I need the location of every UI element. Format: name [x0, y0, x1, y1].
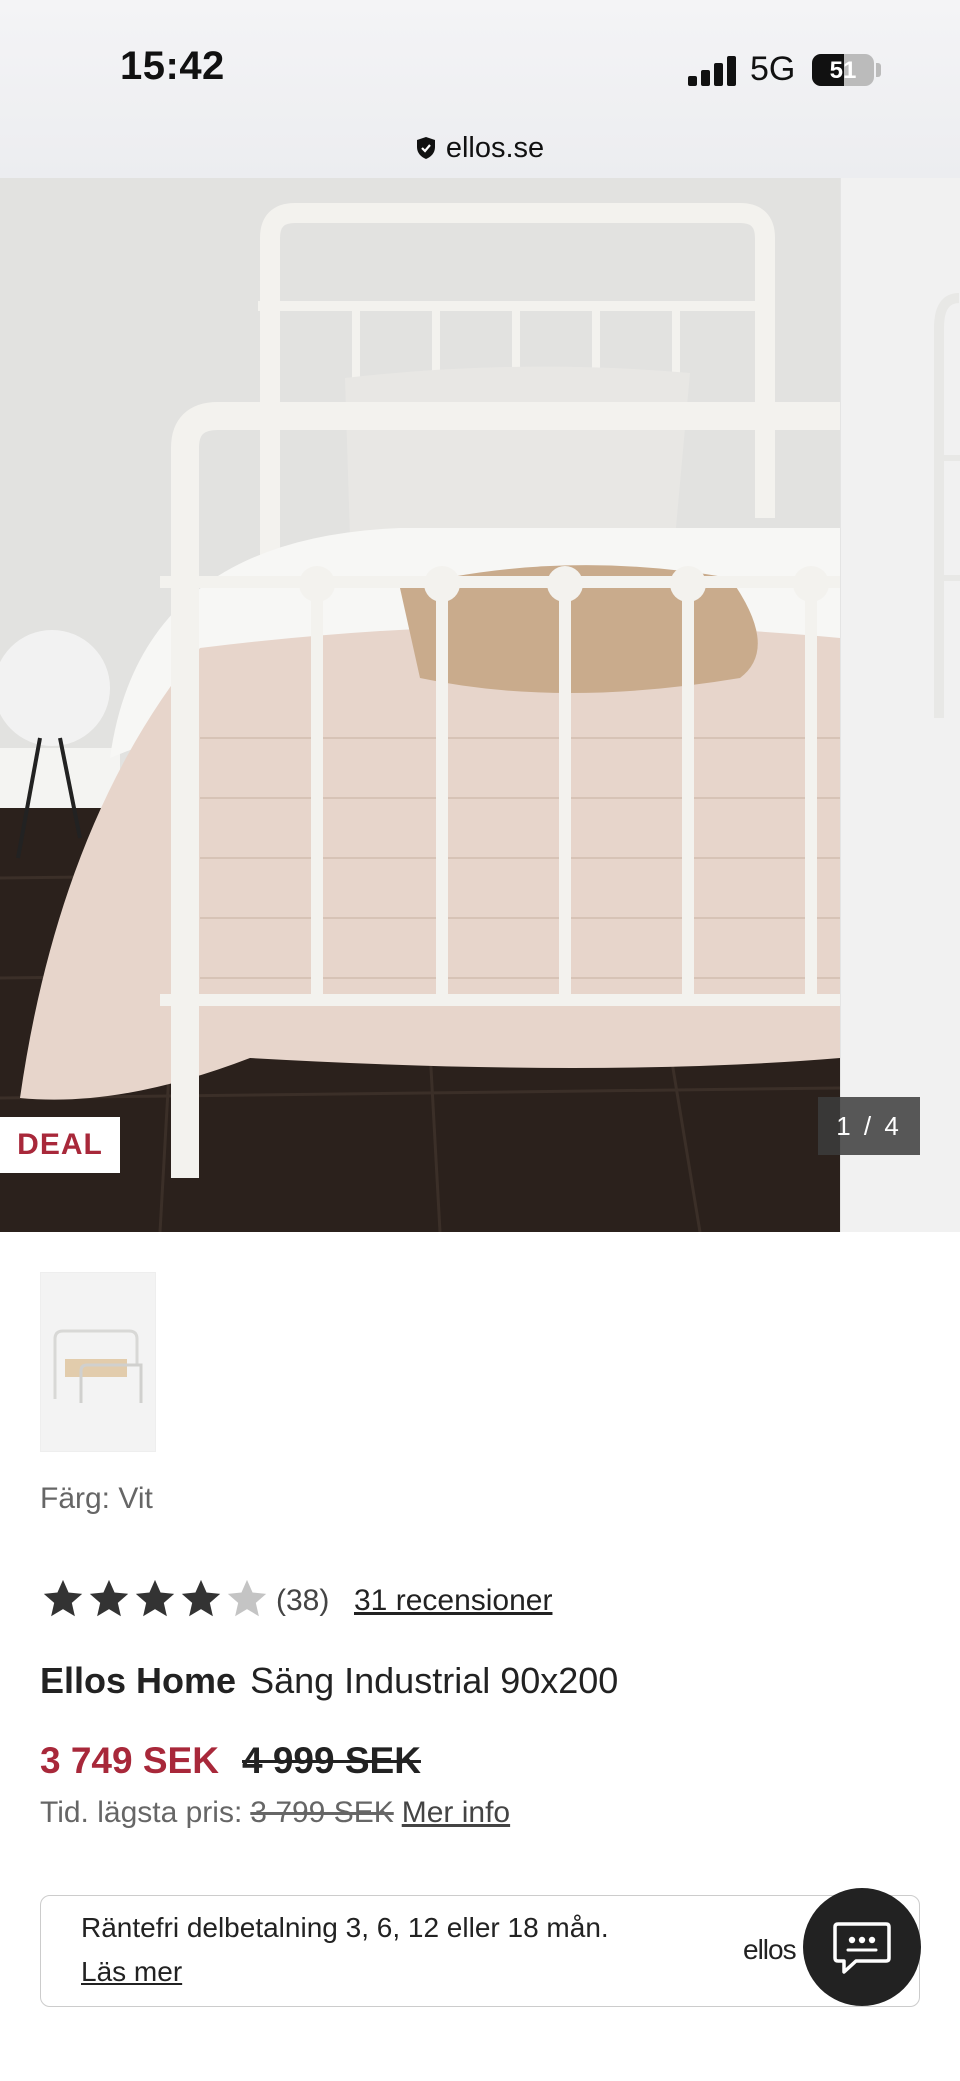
battery-level: 51	[829, 57, 857, 84]
battery-icon: 51	[812, 54, 874, 86]
browser-top-bar: 15:42 5G 51 ellos.se	[0, 0, 960, 178]
installment-text: Räntefri delbetalning 3, 6, 12 eller 18 …	[81, 1912, 609, 1943]
star-icon	[135, 1579, 175, 1617]
star-icon	[43, 1579, 83, 1617]
rating-stars[interactable]	[40, 1576, 270, 1622]
image-counter: 1 / 4	[818, 1097, 920, 1155]
battery-tip	[876, 63, 881, 77]
url-domain: ellos.se	[445, 132, 545, 164]
bed-thumbnail-image	[53, 1329, 143, 1403]
product-brand[interactable]: Ellos Home	[40, 1660, 236, 1701]
chat-bubble-icon	[833, 1922, 891, 1974]
read-more-link[interactable]: Läs mer	[81, 1956, 182, 1988]
star-icon	[181, 1579, 221, 1617]
url-bar[interactable]: ellos.se	[0, 132, 960, 165]
rating-count: (38)	[276, 1584, 330, 1617]
chat-button[interactable]	[803, 1888, 921, 2006]
more-info-link[interactable]: Mer info	[402, 1796, 510, 1829]
current-price: 3 749 SEK	[40, 1740, 219, 1781]
color-label: Färg: Vit	[40, 1482, 153, 1515]
next-slide-image	[934, 293, 960, 718]
reviews-link[interactable]: 31 recensioner	[354, 1584, 552, 1618]
product-title: Ellos Home Säng Industrial 90x200	[40, 1660, 618, 1702]
product-image[interactable]	[0, 178, 840, 1232]
network-type: 5G	[750, 50, 796, 88]
product-name: Säng Industrial 90x200	[250, 1660, 619, 1701]
ellos-logo: ellos	[743, 1934, 797, 1965]
lowest-price-info: Tid. lägsta pris: 3 799 SEK Mer info	[40, 1796, 510, 1830]
bed-illustration	[0, 178, 840, 1232]
star-empty-icon	[227, 1579, 267, 1617]
installment-banner: Räntefri delbetalning 3, 6, 12 eller 18 …	[40, 1895, 920, 2007]
original-price: 4 999 SEK	[242, 1740, 421, 1781]
deal-badge: DEAL	[0, 1117, 120, 1173]
star-icon	[89, 1579, 129, 1617]
next-slide-preview[interactable]	[840, 178, 960, 1232]
shield-check-icon	[416, 137, 435, 159]
status-time: 15:42	[120, 44, 225, 88]
lowest-price-label: Tid. lägsta pris:	[40, 1796, 243, 1829]
lowest-price-value: 3 799 SEK	[250, 1796, 394, 1829]
cellular-signal-icon	[688, 56, 736, 86]
color-variant-thumbnail[interactable]	[40, 1272, 156, 1452]
